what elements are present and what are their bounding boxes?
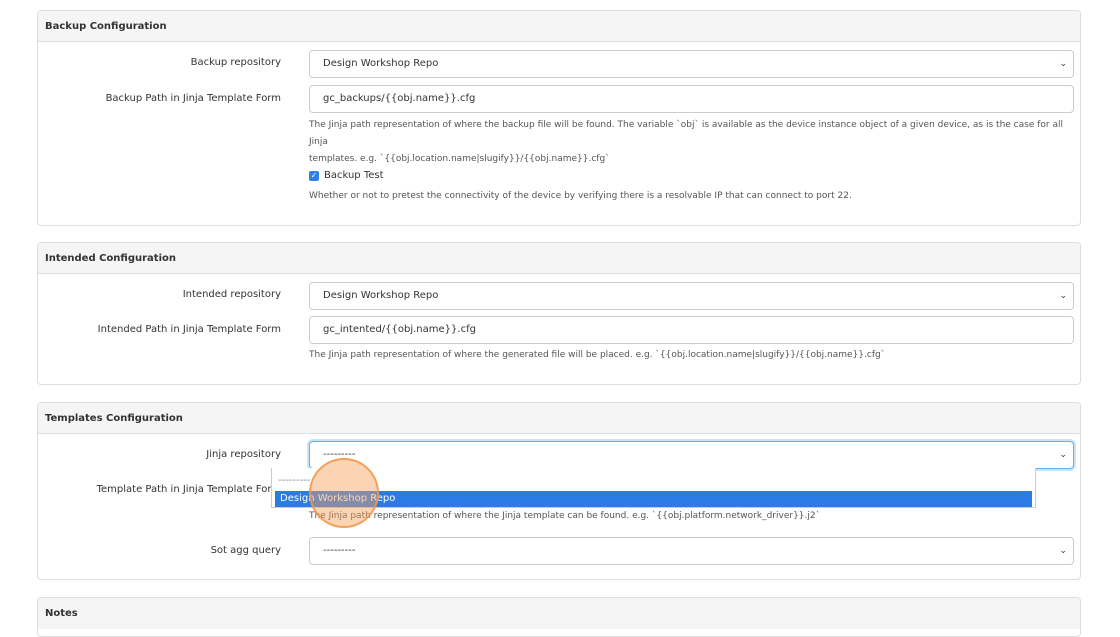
select-value: --------- <box>323 545 356 556</box>
select-value: Design Workshop Repo <box>323 290 439 301</box>
panel-heading: Backup Configuration <box>38 11 1080 42</box>
intended-path-label: Intended Path in Jinja Template Form <box>97 324 281 335</box>
panel-heading: Templates Configuration <box>38 403 1080 434</box>
backup-repository-select[interactable]: Design Workshop Repo ⌄ <box>309 50 1074 78</box>
panel-heading: Notes <box>38 598 1080 629</box>
backup-test-help: Whether or not to pretest the connectivi… <box>309 191 852 201</box>
help-line: The Jinja path representation of where t… <box>309 120 1063 147</box>
jinja-repository-select[interactable]: --------- ⌄ <box>309 441 1074 469</box>
chevron-down-icon: ⌄ <box>1059 59 1067 69</box>
intended-repository-label: Intended repository <box>182 289 281 300</box>
intended-path-help: The Jinja path representation of where t… <box>309 350 886 360</box>
template-path-help: The Jinja path representation of where t… <box>309 511 821 521</box>
chevron-down-icon: ⌄ <box>1059 546 1067 556</box>
backup-path-label: Backup Path in Jinja Template Form <box>105 93 281 104</box>
cursor-highlight <box>309 458 379 528</box>
template-path-label: Template Path in Jinja Template Form <box>96 484 281 495</box>
backup-repository-label: Backup repository <box>190 57 281 68</box>
select-value: Design Workshop Repo <box>323 58 439 69</box>
backup-path-input[interactable]: gc_backups/{{obj.name}}.cfg <box>309 85 1074 113</box>
intended-configuration-panel: Intended Configuration Intended reposito… <box>37 242 1081 385</box>
chevron-down-icon: ⌄ <box>1059 291 1067 301</box>
chevron-down-icon: ⌄ <box>1059 450 1067 460</box>
jinja-repository-label: Jinja repository <box>206 449 281 460</box>
intended-repository-select[interactable]: Design Workshop Repo ⌄ <box>309 282 1074 310</box>
intended-path-input[interactable]: gc_intented/{{obj.name}}.cfg <box>309 316 1074 344</box>
sot-agg-query-label: Sot agg query <box>210 545 281 556</box>
help-line: templates. e.g. `{{obj.location.name|slu… <box>309 154 610 164</box>
notes-panel: Notes <box>37 597 1081 637</box>
dropdown-option-empty[interactable]: --------- <box>272 473 1035 489</box>
dropdown-option-design-workshop-repo[interactable]: Design Workshop Repo <box>275 491 1032 507</box>
sot-agg-query-select[interactable]: --------- ⌄ <box>309 537 1074 565</box>
backup-path-help: The Jinja path representation of where t… <box>309 117 1069 168</box>
backup-test-checkbox[interactable]: ✓ <box>309 170 319 181</box>
panel-heading: Intended Configuration <box>38 243 1080 274</box>
jinja-repository-dropdown: --------- Design Workshop Repo <box>271 468 1036 508</box>
backup-test-label: Backup Test <box>324 170 384 181</box>
backup-test-row: ✓ Backup Test <box>309 170 384 181</box>
backup-configuration-panel: Backup Configuration Backup repository D… <box>37 10 1081 226</box>
